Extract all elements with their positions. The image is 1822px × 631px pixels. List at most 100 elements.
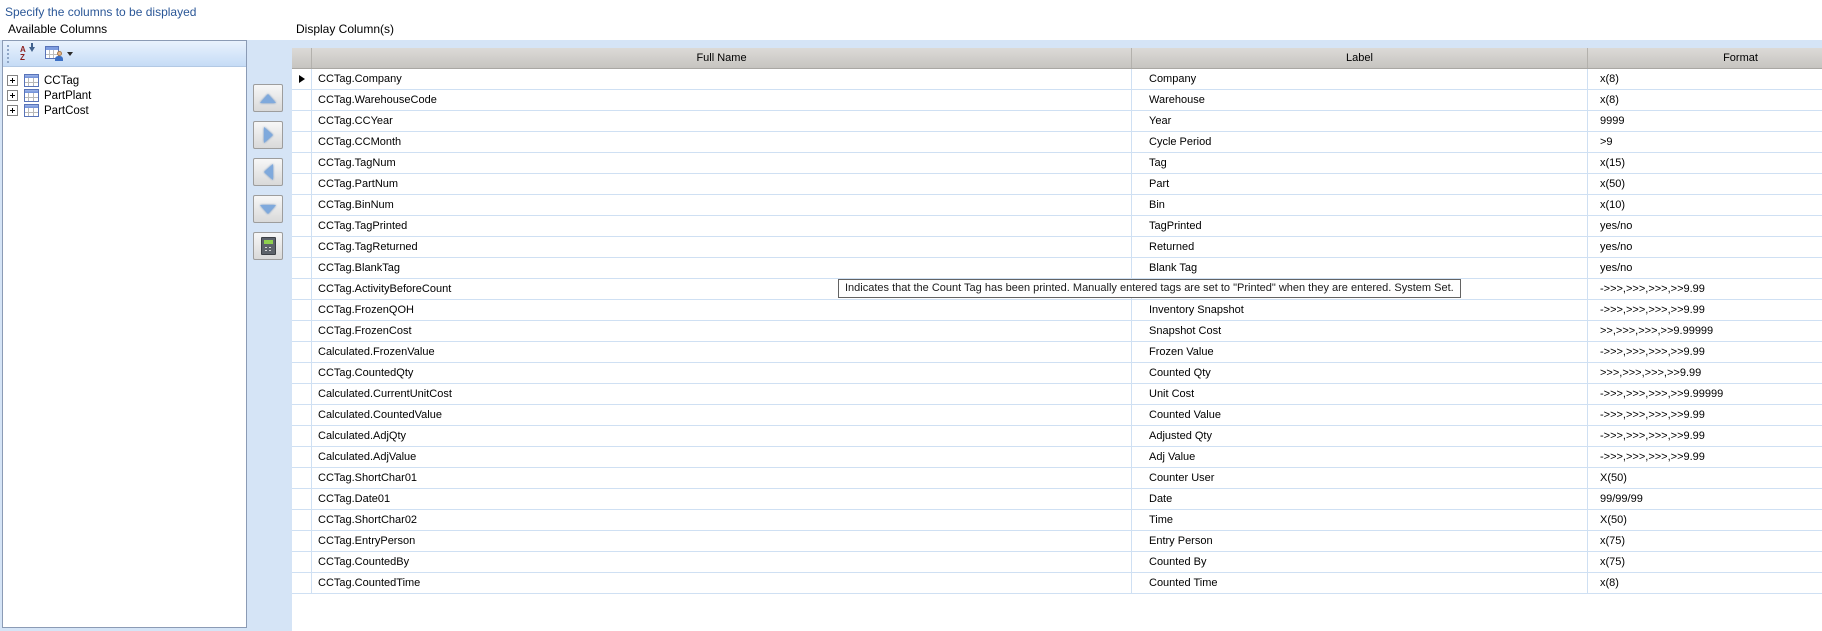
grid-body: CCTag.Company Company x(8) CCTag.WarehouseC… xyxy=(292,69,1822,594)
table-row[interactable]: CCTag.CCMonth Cycle Period >9 xyxy=(292,132,1822,153)
cell-label: Frozen Value xyxy=(1132,342,1588,363)
table-row[interactable]: CCTag.BinNum Bin x(10) xyxy=(292,195,1822,216)
cell-format: x(50) xyxy=(1588,174,1822,195)
available-columns-panel: A Z CCTag PartPlant PartCost xyxy=(2,40,247,628)
grid-header-format[interactable]: Format xyxy=(1588,48,1822,68)
row-selector[interactable] xyxy=(292,216,312,237)
table-row[interactable]: CCTag.ShortChar01 Counter User X(50) xyxy=(292,468,1822,489)
cell-label: Time xyxy=(1132,510,1588,531)
row-selector[interactable] xyxy=(292,573,312,594)
row-selector[interactable] xyxy=(292,195,312,216)
table-row[interactable]: CCTag.Company Company x(8) xyxy=(292,69,1822,90)
calculator-button[interactable] xyxy=(253,232,283,260)
cell-label: Unit Cost xyxy=(1132,384,1588,405)
row-selector[interactable] xyxy=(292,90,312,111)
cell-label: Date xyxy=(1132,489,1588,510)
table-row[interactable]: CCTag.CCYear Year 9999 xyxy=(292,111,1822,132)
triangle-down-icon xyxy=(260,204,276,214)
grid-header-label[interactable]: Label xyxy=(1132,48,1588,68)
display-columns-label: Display Column(s) xyxy=(296,22,395,36)
row-selector[interactable] xyxy=(292,468,312,489)
cell-label: Blank Tag xyxy=(1132,258,1588,279)
cell-format: x(8) xyxy=(1588,573,1822,594)
row-selector[interactable] xyxy=(292,447,312,468)
row-selector[interactable] xyxy=(292,384,312,405)
row-selector[interactable] xyxy=(292,258,312,279)
cell-format: ->>>,>>>,>>>,>>9.99 xyxy=(1588,447,1822,468)
row-selector[interactable] xyxy=(292,405,312,426)
available-columns-tree: CCTag PartPlant PartCost xyxy=(3,67,246,118)
table-row[interactable]: CCTag.FrozenQOH Inventory Snapshot ->>>,>>… xyxy=(292,300,1822,321)
cell-full-name: CCTag.ShortChar02 xyxy=(312,510,1132,531)
dropdown-caret-icon[interactable] xyxy=(67,51,73,56)
table-row[interactable]: Calculated.AdjQty Adjusted Qty ->>>,>>>,>>… xyxy=(292,426,1822,447)
cell-format: ->>>,>>>,>>>,>>9.99999 xyxy=(1588,384,1822,405)
table-row[interactable]: CCTag.TagNum Tag x(15) xyxy=(292,153,1822,174)
row-selector[interactable] xyxy=(292,111,312,132)
row-selector[interactable] xyxy=(292,321,312,342)
row-selector[interactable] xyxy=(292,174,312,195)
row-selector[interactable] xyxy=(292,489,312,510)
row-selector[interactable] xyxy=(292,69,312,90)
table-row[interactable]: CCTag.ShortChar02 Time X(50) xyxy=(292,510,1822,531)
table-row[interactable]: CCTag.Date01 Date 99/99/99 xyxy=(292,489,1822,510)
row-selector[interactable] xyxy=(292,237,312,258)
sort-az-icon[interactable]: A Z xyxy=(19,42,36,63)
cell-format: ->>>,>>>,>>>,>>9.99 xyxy=(1588,279,1822,300)
table-icon xyxy=(24,104,39,117)
table-row[interactable]: CCTag.EntryPerson Entry Person x(75) xyxy=(292,531,1822,552)
grid-header-selector[interactable] xyxy=(292,48,312,68)
cell-label: Inventory Snapshot xyxy=(1132,300,1588,321)
table-row[interactable]: CCTag.CountedBy Counted By x(75) xyxy=(292,552,1822,573)
row-selector[interactable] xyxy=(292,363,312,384)
cell-format: >9 xyxy=(1588,132,1822,153)
table-row[interactable]: CCTag.CountedQty Counted Qty >>>,>>>,>>>,>… xyxy=(292,363,1822,384)
row-selector[interactable] xyxy=(292,426,312,447)
expand-plus-icon[interactable] xyxy=(7,105,18,116)
table-row[interactable]: CCTag.TagPrinted TagPrinted yes/no xyxy=(292,216,1822,237)
row-selector[interactable] xyxy=(292,552,312,573)
cell-label: Bin xyxy=(1132,195,1588,216)
table-row[interactable]: CCTag.WarehouseCode Warehouse x(8) xyxy=(292,90,1822,111)
table-row[interactable]: CCTag.CountedTime Counted Time x(8) xyxy=(292,573,1822,594)
cell-label: Adjusted Qty xyxy=(1132,426,1588,447)
table-row[interactable]: CCTag.FrozenCost Snapshot Cost >>,>>>,>>>,… xyxy=(292,321,1822,342)
row-selector[interactable] xyxy=(292,510,312,531)
cell-format: 9999 xyxy=(1588,111,1822,132)
cell-format: X(50) xyxy=(1588,510,1822,531)
table-row[interactable]: CCTag.BlankTag Blank Tag yes/no xyxy=(292,258,1822,279)
tree-item-cctag[interactable]: CCTag xyxy=(7,73,246,88)
cell-full-name: CCTag.CCMonth xyxy=(312,132,1132,153)
toolbar-grip-icon[interactable] xyxy=(7,44,10,63)
row-selector[interactable] xyxy=(292,132,312,153)
tree-item-partplant[interactable]: PartPlant xyxy=(7,88,246,103)
table-row[interactable]: CCTag.TagReturned Returned yes/no xyxy=(292,237,1822,258)
table-row[interactable]: Calculated.CountedValue Counted Value ->>>… xyxy=(292,405,1822,426)
table-row[interactable]: Calculated.FrozenValue Frozen Value ->>>,>… xyxy=(292,342,1822,363)
tree-item-partcost[interactable]: PartCost xyxy=(7,103,246,118)
cell-full-name: CCTag.EntryPerson xyxy=(312,531,1132,552)
table-row[interactable]: Calculated.AdjValue Adj Value ->>>,>>>,>>>… xyxy=(292,447,1822,468)
column-chooser-icon[interactable] xyxy=(45,46,63,61)
cell-full-name: CCTag.TagReturned xyxy=(312,237,1132,258)
row-selector[interactable] xyxy=(292,279,312,300)
move-right-button[interactable] xyxy=(253,121,283,149)
move-down-button[interactable] xyxy=(253,195,283,223)
cell-full-name: CCTag.CountedBy xyxy=(312,552,1132,573)
cell-format: x(10) xyxy=(1588,195,1822,216)
expand-plus-icon[interactable] xyxy=(7,90,18,101)
cell-label: TagPrinted xyxy=(1132,216,1588,237)
row-selector[interactable] xyxy=(292,153,312,174)
row-selector[interactable] xyxy=(292,300,312,321)
table-row[interactable]: Calculated.CurrentUnitCost Unit Cost ->>>,… xyxy=(292,384,1822,405)
grid-header-full-name[interactable]: Full Name xyxy=(312,48,1132,68)
expand-plus-icon[interactable] xyxy=(7,75,18,86)
table-row[interactable]: CCTag.PartNum Part x(50) xyxy=(292,174,1822,195)
row-selector[interactable] xyxy=(292,531,312,552)
move-left-button[interactable] xyxy=(253,158,283,186)
grid-header-row: Full Name Label Format xyxy=(292,48,1822,69)
move-up-button[interactable] xyxy=(253,84,283,112)
cell-format: yes/no xyxy=(1588,216,1822,237)
cell-format: ->>>,>>>,>>>,>>9.99 xyxy=(1588,426,1822,447)
row-selector[interactable] xyxy=(292,342,312,363)
